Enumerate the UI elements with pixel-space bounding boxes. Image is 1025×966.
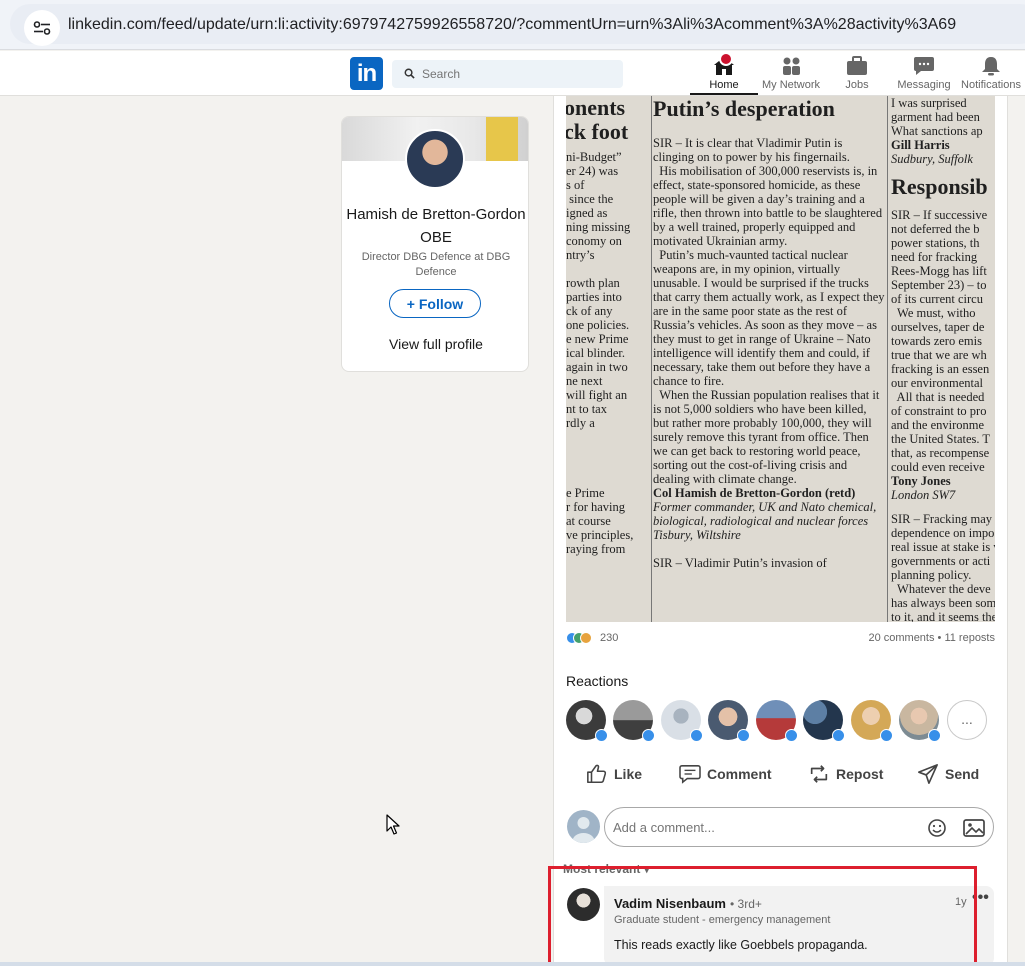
send-label: Send: [945, 766, 980, 782]
like-icon: [880, 729, 893, 742]
newspaper-right-place1: Sudbury, Suffolk: [891, 152, 973, 166]
repost-button[interactable]: Repost: [808, 762, 883, 786]
reactor-avatar[interactable]: [851, 700, 893, 742]
nav-my-network[interactable]: My Network: [758, 55, 824, 95]
nav-messaging-label: Messaging: [897, 79, 951, 91]
profile-name[interactable]: Hamish de Bretton-Gordon OBE: [342, 203, 528, 249]
newspaper-right-body: SIR – If successive not deferred the b p…: [891, 208, 991, 474]
nav-home[interactable]: Home: [690, 52, 758, 95]
profile-headline: Director DBG Defence at DBG Defence: [361, 251, 511, 278]
newspaper-mid-sig-place: Tisbury, Wiltshire: [653, 528, 741, 542]
comment-icon: [679, 765, 701, 784]
like-icon: [737, 729, 750, 742]
reactor-avatar[interactable]: [613, 700, 655, 742]
my-avatar[interactable]: [567, 810, 600, 843]
newspaper-right-column: I was surprised garment had been What sa…: [891, 96, 995, 622]
url-field[interactable]: linkedin.com/feed/update/urn:li:activity…: [10, 4, 1025, 46]
send-icon: [918, 764, 938, 784]
nav-jobs[interactable]: Jobs: [833, 55, 881, 95]
newspaper-right-body2: SIR – Fracking may b dependence on impo …: [891, 512, 995, 622]
more-reactors-button[interactable]: ...: [947, 700, 987, 740]
send-button[interactable]: Send: [917, 762, 979, 786]
nav-jobs-label: Jobs: [845, 79, 869, 91]
view-full-profile-link[interactable]: View full profile: [342, 336, 528, 352]
url-text: linkedin.com/feed/update/urn:li:activity…: [68, 16, 957, 33]
profile-card: Hamish de Bretton-Gordon OBE Director DB…: [341, 116, 529, 372]
profile-cover-book: [486, 117, 518, 161]
newspaper-mid-footer: SIR – Vladimir Putin’s invasion of: [653, 556, 827, 570]
nav-notifications[interactable]: Notifications: [957, 55, 1025, 95]
newspaper-left-body: ni-Budget” er 24) was s of since the ign…: [566, 150, 634, 556]
like-icon: [690, 729, 703, 742]
search-input[interactable]: [422, 65, 612, 83]
reaction-icons[interactable]: [566, 632, 596, 644]
reactions-heading: Reactions: [566, 673, 629, 689]
bell-icon: [982, 57, 1000, 76]
like-icon: [587, 764, 607, 784]
site-info-icon[interactable]: [24, 10, 60, 46]
column-rule: [651, 96, 652, 622]
newspaper-mid-sig-detail: Former commander, UK and Nato chemical, …: [653, 500, 877, 528]
linkedin-logo[interactable]: in: [350, 57, 383, 90]
post-actions: Like Comment Repost Send: [566, 756, 995, 792]
newspaper-middle-column: Putin’s desperation SIR – It is clear th…: [653, 96, 885, 570]
newspaper-right-sig2: Tony Jones: [891, 474, 951, 488]
comment-box[interactable]: [604, 807, 994, 847]
comment-label: Comment: [707, 766, 772, 782]
network-icon: [783, 57, 800, 75]
nav-home-label: Home: [709, 79, 739, 91]
newspaper-mid-body: SIR – It is clear that Vladimir Putin is…: [653, 136, 885, 486]
browser-address-bar: linkedin.com/feed/update/urn:li:activity…: [0, 0, 1025, 50]
mouse-cursor-icon: [386, 814, 400, 835]
messaging-icon: [914, 57, 934, 75]
highlight-annotation-box: [548, 866, 977, 966]
repost-icon: [810, 765, 828, 783]
reactor-avatar[interactable]: [803, 700, 845, 742]
post-card: onents ck foot ni-Budget” er 24) was s o…: [553, 96, 1008, 966]
like-icon: [642, 729, 655, 742]
newspaper-right-top: I was surprised garment had been What sa…: [891, 96, 983, 138]
like-icon: [785, 729, 798, 742]
reactor-avatar[interactable]: [661, 700, 703, 742]
like-icon: [832, 729, 845, 742]
briefcase-icon: [847, 56, 867, 75]
newspaper-right-sig1: Gill Harris: [891, 138, 950, 152]
reactor-avatar[interactable]: [756, 700, 798, 742]
social-counts: 230 20 comments • 11 reposts: [566, 630, 995, 648]
repost-label: Repost: [836, 766, 884, 782]
profile-avatar[interactable]: [405, 129, 465, 189]
image-icon[interactable]: [963, 818, 985, 838]
newspaper-right-place2: London SW7: [891, 488, 956, 502]
reactor-avatar[interactable]: [708, 700, 750, 742]
bottom-strip: [0, 962, 1025, 966]
nav-notifications-label: Notifications: [961, 79, 1021, 91]
comments-reposts-count[interactable]: 20 comments • 11 reposts: [868, 632, 995, 644]
like-label: Like: [614, 766, 643, 782]
comment-input[interactable]: [613, 818, 913, 836]
nav-messaging[interactable]: Messaging: [893, 55, 955, 95]
search-icon: [404, 68, 415, 79]
newspaper-left-headline: onents ck foot: [566, 96, 629, 144]
search-bar[interactable]: [392, 60, 623, 88]
linkedin-header: in Home My Network: [0, 51, 1025, 96]
nav-my-network-label: My Network: [761, 79, 821, 91]
notification-badge: [719, 52, 733, 66]
comment-button[interactable]: Comment: [679, 762, 772, 786]
newspaper-right-headline: Responsib: [891, 174, 988, 199]
add-comment-row: [566, 807, 995, 847]
reactor-avatar[interactable]: [566, 700, 608, 742]
follow-button[interactable]: + Follow: [389, 289, 481, 318]
reaction-count[interactable]: 230: [600, 632, 618, 644]
newspaper-mid-headline: Putin’s desperation: [653, 96, 835, 121]
post-image-newspaper[interactable]: onents ck foot ni-Budget” er 24) was s o…: [566, 96, 995, 622]
newspaper-mid-signature: Col Hamish de Bretton-Gordon (retd): [653, 486, 856, 500]
insightful-reaction-icon: [580, 632, 592, 644]
reactor-avatar[interactable]: [899, 700, 941, 742]
like-icon: [595, 729, 608, 742]
column-rule: [887, 96, 888, 622]
like-button[interactable]: Like: [586, 762, 642, 786]
like-icon: [928, 729, 941, 742]
newspaper-left-column: onents ck foot ni-Budget” er 24) was s o…: [566, 96, 650, 556]
emoji-icon[interactable]: [927, 818, 947, 838]
